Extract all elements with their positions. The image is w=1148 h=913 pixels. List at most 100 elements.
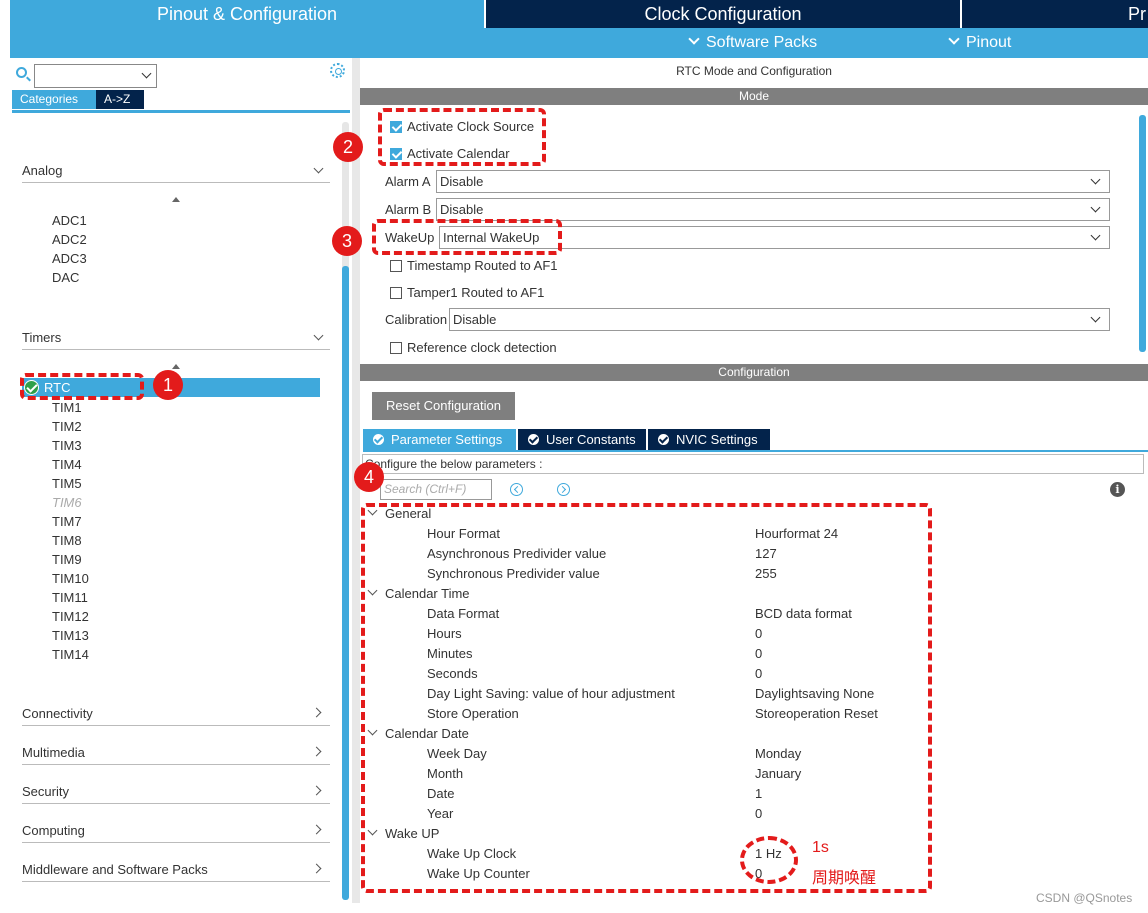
chevron-down-icon: [313, 330, 324, 341]
mode-scrollbar[interactable]: [1139, 115, 1146, 352]
group-label: Multimedia: [22, 745, 85, 760]
annotation-box-3: [372, 219, 562, 255]
tree-item-tim3[interactable]: TIM3: [52, 438, 82, 453]
group-security[interactable]: Security: [22, 784, 330, 804]
pinout-menu[interactable]: Pinout: [948, 33, 1012, 52]
previous-icon[interactable]: [510, 483, 523, 496]
sub-toolbar: Software Packs Pinout: [10, 28, 1148, 58]
select-value: Disable: [453, 312, 497, 327]
tab-underline: [363, 450, 1148, 452]
tab-parameter-settings[interactable]: Parameter Settings: [363, 429, 516, 450]
chevron-down-icon: [1090, 312, 1101, 323]
check-circle-icon: [373, 434, 384, 445]
scrollbar-thumb[interactable]: [342, 266, 349, 900]
tab-project-manager[interactable]: Pr: [962, 0, 1148, 28]
checkbox-label: Timestamp Routed to AF1: [407, 258, 558, 273]
group-connectivity[interactable]: Connectivity: [22, 706, 330, 726]
group-analog[interactable]: Analog: [22, 163, 330, 183]
group-middleware[interactable]: Middleware and Software Packs: [22, 862, 330, 882]
pinout-label: Pinout: [966, 34, 1012, 51]
field-label: Alarm A: [385, 174, 431, 189]
group-label: Analog: [22, 163, 63, 178]
tree-item-adc2[interactable]: ADC2: [52, 232, 87, 247]
annotation-box-2: [378, 108, 546, 166]
tab-nvic-settings[interactable]: NVIC Settings: [648, 429, 770, 450]
checkbox-icon: [390, 342, 402, 354]
tab-categories[interactable]: Categories: [12, 90, 96, 109]
sort-icon[interactable]: [172, 364, 180, 369]
chevron-right-icon: [311, 863, 322, 874]
sort-icon[interactable]: [172, 197, 180, 202]
info-icon[interactable]: i: [1110, 482, 1125, 497]
group-label: Middleware and Software Packs: [22, 862, 208, 877]
checkbox-icon: [390, 287, 402, 299]
tree-item-tim6[interactable]: TIM6: [52, 495, 82, 510]
category-search-input[interactable]: [34, 64, 157, 88]
mode-header: Mode: [360, 88, 1148, 105]
chevron-right-icon: [311, 707, 322, 718]
next-icon[interactable]: [557, 483, 570, 496]
alarm-a-select[interactable]: Disable: [436, 170, 1110, 193]
annotation-box-4: [361, 503, 932, 893]
tree-item-tim4[interactable]: TIM4: [52, 457, 82, 472]
tab-pinout-configuration[interactable]: Pinout & Configuration: [10, 0, 484, 28]
annotation-badge-2: 2: [333, 132, 363, 162]
annotation-note-1s: 1s: [812, 839, 829, 856]
group-multimedia[interactable]: Multimedia: [22, 745, 330, 765]
calibration-field: Calibration Disable: [385, 308, 1113, 331]
alarm-b-field: Alarm B Disable: [385, 198, 1113, 221]
calibration-select[interactable]: Disable: [449, 308, 1110, 331]
tree-item-tim12[interactable]: TIM12: [52, 609, 89, 624]
tree-item-tim5[interactable]: TIM5: [52, 476, 82, 491]
tree-item-tim8[interactable]: TIM8: [52, 533, 82, 548]
software-packs-menu[interactable]: Software Packs: [688, 33, 817, 52]
tab-label: Parameter Settings: [391, 432, 503, 447]
tree-item-tim10[interactable]: TIM10: [52, 571, 89, 586]
gear-icon[interactable]: [330, 63, 345, 78]
tab-a-z[interactable]: A->Z: [96, 90, 144, 109]
tree-item-dac[interactable]: DAC: [52, 270, 79, 285]
chevron-down-icon: [948, 33, 960, 45]
tab-clock-configuration[interactable]: Clock Configuration: [486, 0, 960, 28]
alarm-b-select[interactable]: Disable: [436, 198, 1110, 221]
chevron-down-icon: [313, 163, 324, 174]
group-label: Timers: [22, 330, 62, 345]
watermark: CSDN @QSnotes: [1036, 891, 1133, 905]
field-label: Alarm B: [385, 202, 432, 217]
chevron-down-icon: [141, 68, 152, 79]
annotation-badge-3: 3: [332, 226, 362, 256]
tree-item-tim2[interactable]: TIM2: [52, 419, 82, 434]
search-icon: [16, 67, 27, 78]
annotation-badge-1: 1: [153, 370, 183, 400]
select-value: Disable: [440, 202, 484, 217]
parameter-search-input[interactable]: Search (Ctrl+F): [380, 479, 492, 500]
group-label: Computing: [22, 823, 85, 838]
chevron-right-icon: [311, 785, 322, 796]
tree-item-tim14[interactable]: TIM14: [52, 647, 89, 662]
chevron-right-icon: [311, 824, 322, 835]
check-circle-icon: [658, 434, 669, 445]
checkbox-label: Tamper1 Routed to AF1: [407, 285, 545, 300]
tab-user-constants[interactable]: User Constants: [518, 429, 646, 450]
panel-title: RTC Mode and Configuration: [676, 64, 832, 78]
tree-item-tim9[interactable]: TIM9: [52, 552, 82, 567]
tab-label: NVIC Settings: [676, 432, 758, 447]
tree-item-adc1[interactable]: ADC1: [52, 213, 87, 228]
group-timers[interactable]: Timers: [22, 330, 330, 350]
chevron-down-icon: [1090, 174, 1101, 185]
group-label: Security: [22, 784, 69, 799]
tree-item-tim11[interactable]: TIM11: [52, 590, 88, 605]
chevron-down-icon: [688, 33, 700, 45]
tree-item-tim7[interactable]: TIM7: [52, 514, 82, 529]
refclock-checkbox[interactable]: Reference clock detection: [390, 340, 557, 355]
tree-item-tim1[interactable]: TIM1: [52, 400, 82, 415]
group-computing[interactable]: Computing: [22, 823, 330, 843]
tree-item-adc3[interactable]: ADC3: [52, 251, 87, 266]
tamper-checkbox[interactable]: Tamper1 Routed to AF1: [390, 285, 544, 300]
annotation-note-periodic-wakeup: 周期唤醒: [812, 870, 877, 887]
tree-item-tim13[interactable]: TIM13: [52, 628, 89, 643]
configuration-header: Configuration: [360, 364, 1148, 381]
timestamp-checkbox[interactable]: Timestamp Routed to AF1: [390, 258, 558, 273]
reset-configuration-button[interactable]: Reset Configuration: [372, 392, 515, 420]
annotation-box-1: [20, 373, 144, 400]
